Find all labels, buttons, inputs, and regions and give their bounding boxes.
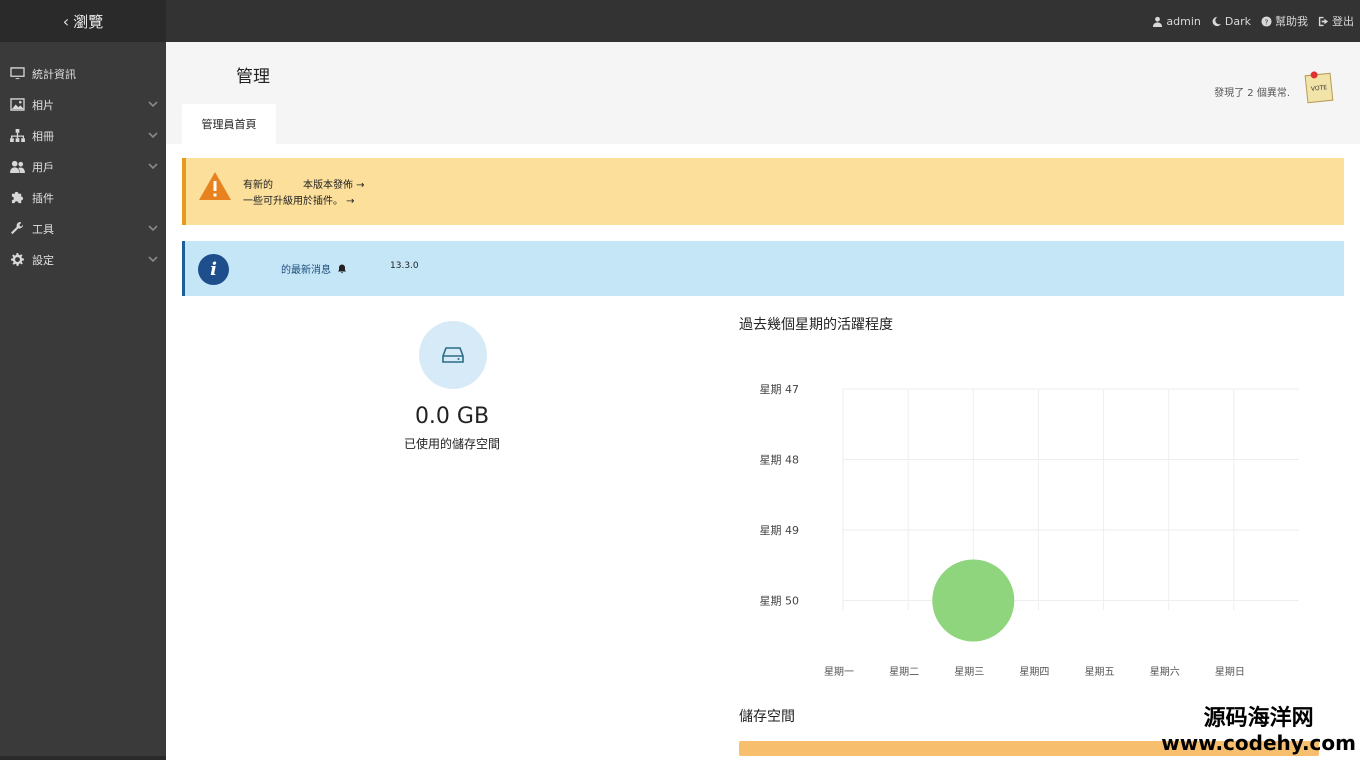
sidebar-item-tools[interactable]: 工具	[0, 213, 166, 244]
y-tick-label: 星期 49	[760, 524, 800, 537]
help-icon: ?	[1261, 15, 1272, 27]
y-tick-label: 星期 48	[760, 454, 800, 467]
sidebar-item-plugins[interactable]: 插件	[0, 182, 166, 213]
sidebar: 統計資訊 相片 相冊 用戶 插件 工具 設定	[0, 42, 166, 760]
update-warning-alert: 有新的 本版本發佈 → 一些可升級用於插件。 →	[182, 158, 1344, 225]
update-warning-text: 有新的 本版本發佈 → 一些可升級用於插件。 →	[243, 178, 365, 210]
puzzle-icon	[8, 191, 26, 205]
sidebar-item-label: 統計資訊	[32, 67, 76, 81]
logout-label: 登出	[1332, 15, 1354, 28]
page-title: 管理	[236, 67, 270, 87]
latest-news-label: 的最新消息	[281, 265, 331, 276]
back-to-gallery-link[interactable]: ‹ 瀏覽	[0, 0, 166, 42]
warning-line1-a: 有新的	[243, 180, 273, 191]
sidebar-item-label: 相冊	[32, 129, 54, 143]
chevron-down-icon	[148, 99, 158, 109]
logout-link[interactable]: 登出	[1318, 13, 1354, 29]
x-tick-label: 星期三	[954, 666, 984, 678]
theme-label: Dark	[1224, 14, 1251, 28]
watermark: 源码海洋网 www.codehy.com	[1161, 706, 1356, 754]
user-name: admin	[1166, 14, 1201, 28]
info-icon: i	[198, 254, 229, 285]
logout-icon	[1318, 16, 1329, 26]
sidebar-item-label: 相片	[32, 98, 54, 112]
chevron-down-icon	[148, 223, 158, 233]
x-tick-label: 星期二	[889, 666, 919, 678]
pin-icon	[1310, 71, 1318, 79]
sidebar-item-users[interactable]: 用戶	[0, 151, 166, 182]
storage-used-label: 已使用的儲存空間	[403, 437, 500, 451]
new-release-link[interactable]: 本版本發佈 →	[303, 180, 365, 191]
top-nav: admin Dark ? 幫助我 登出	[1152, 0, 1354, 42]
storage-icon-circle	[419, 321, 487, 389]
activity-chart: 星期 47 星期 48 星期 49 星期 50 星期一 星期二 星期三 星期四 星期五 星期六 星期…	[760, 383, 1299, 678]
chevron-down-icon	[148, 130, 158, 140]
storage-section-title: 儲存空間	[739, 709, 795, 725]
wrench-icon	[8, 222, 26, 236]
x-tick-label: 星期四	[1019, 666, 1049, 678]
x-tick-label: 星期六	[1150, 666, 1180, 678]
users-icon	[8, 160, 26, 174]
chevron-down-icon	[148, 161, 158, 171]
sidebar-item-photos[interactable]: 相片	[0, 89, 166, 120]
hard-drive-icon	[442, 347, 464, 363]
back-label: 瀏覽	[73, 12, 104, 31]
vote-label: VOTE	[1310, 83, 1328, 93]
sidebar-item-settings[interactable]: 設定	[0, 244, 166, 275]
sitemap-icon	[8, 129, 26, 143]
plugin-upgrades-link[interactable]: 一些可升級用於插件。 →	[243, 194, 365, 210]
monitor-icon	[8, 67, 26, 81]
sidebar-item-label: 設定	[32, 253, 54, 267]
watermark-url: www.codehy.com	[1161, 731, 1356, 755]
sidebar-item-label: 工具	[32, 222, 54, 236]
user-icon	[1153, 16, 1163, 27]
moon-icon	[1212, 16, 1221, 26]
y-tick-label: 星期 50	[760, 595, 800, 608]
x-tick-label: 星期五	[1085, 666, 1115, 678]
x-tick-label: 星期一	[824, 666, 854, 678]
svg-text:?: ?	[1265, 17, 1269, 26]
user-menu[interactable]: admin	[1152, 14, 1201, 28]
chevron-left-icon: ‹	[62, 11, 70, 31]
image-icon	[8, 98, 26, 112]
theme-toggle[interactable]: Dark	[1211, 15, 1251, 28]
sidebar-item-label: 用戶	[32, 160, 54, 174]
error-count-link[interactable]: 發現了 2 個異常.	[1214, 84, 1290, 99]
sidebar-item-label: 插件	[32, 191, 54, 205]
sidebar-item-statistics[interactable]: 統計資訊	[0, 58, 166, 89]
activity-point	[932, 559, 1015, 642]
help-label: 幫助我	[1275, 15, 1308, 28]
bell-icon	[338, 264, 347, 274]
main-content: 有新的 本版本發佈 → 一些可升級用於插件。 → i 的最新消息 13.3.0 0…	[166, 144, 1360, 756]
version-number: 13.3.0	[390, 261, 419, 271]
watermark-site-name: 源码海洋网	[1203, 706, 1314, 731]
x-tick-label: 星期日	[1215, 666, 1245, 678]
warning-icon	[199, 172, 231, 200]
sidebar-item-albums[interactable]: 相冊	[0, 120, 166, 151]
latest-news-link[interactable]: 的最新消息	[281, 261, 347, 276]
sidebar-scrollbar[interactable]	[0, 756, 166, 760]
vote-badge[interactable]: VOTE	[1304, 71, 1334, 104]
page-header: 管理 管理員首頁 發現了 2 個異常. VOTE	[166, 42, 1360, 144]
y-tick-label: 星期 47	[760, 383, 800, 396]
chevron-down-icon	[148, 254, 158, 264]
activity-chart-title: 過去幾個星期的活躍程度	[739, 317, 893, 333]
gear-icon	[8, 253, 26, 267]
help-link[interactable]: ? 幫助我	[1261, 13, 1308, 29]
news-info-alert: i 的最新消息 13.3.0	[182, 241, 1344, 296]
top-bar: ‹ 瀏覽 admin Dark ? 幫助我 登出	[0, 0, 1360, 42]
storage-used-value: 0.0 GB	[414, 404, 490, 429]
tab-admin-home[interactable]: 管理員首頁	[182, 104, 276, 144]
